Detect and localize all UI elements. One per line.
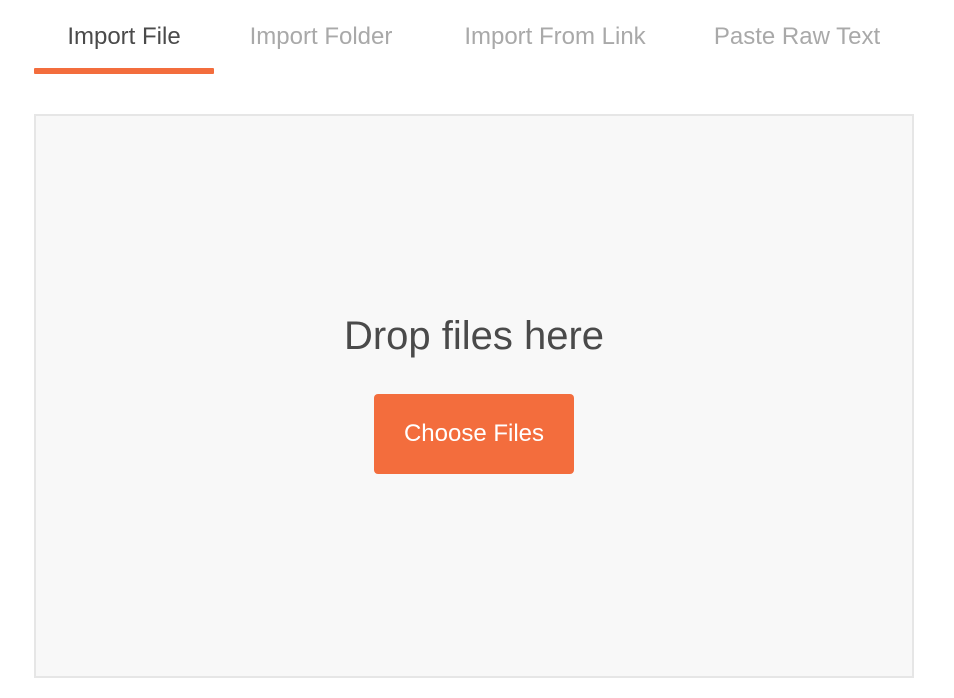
tab-label: Import File: [67, 23, 181, 50]
import-tabs: Import File Import Folder Import From Li…: [34, 0, 912, 74]
active-tab-indicator: [34, 68, 214, 74]
tab-import-file[interactable]: Import File: [34, 0, 214, 74]
dropzone-label: Drop files here: [343, 314, 605, 358]
tab-label: Import From Link: [464, 23, 646, 50]
import-dialog: Import File Import Folder Import From Li…: [0, 0, 954, 698]
tab-import-from-link[interactable]: Import From Link: [428, 0, 682, 74]
choose-files-button[interactable]: Choose Files: [374, 394, 574, 474]
tab-label: Paste Raw Text: [713, 23, 881, 50]
tab-import-folder[interactable]: Import Folder: [214, 0, 428, 74]
tab-paste-raw-text[interactable]: Paste Raw Text: [682, 0, 912, 74]
file-dropzone[interactable]: Drop files here Choose Files: [34, 114, 914, 678]
tab-label: Import Folder: [249, 23, 393, 50]
